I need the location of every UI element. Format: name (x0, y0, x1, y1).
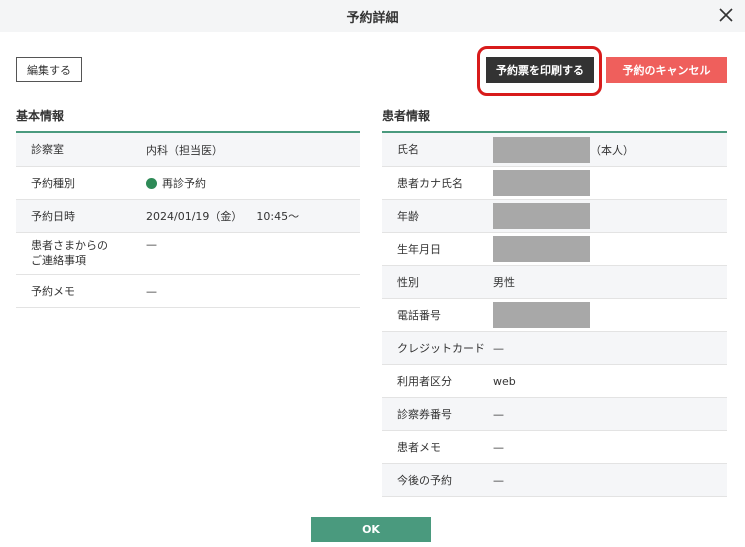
patient-row-age: 年齢 (382, 200, 727, 233)
ok-button[interactable]: OK (311, 517, 431, 542)
redacted-age (493, 203, 590, 229)
exam-room-value: 内科（担当医） (146, 143, 223, 157)
phone-label: 電話番号 (397, 308, 441, 322)
redacted-kana (493, 170, 590, 196)
basic-row-exam-room: 診察室 内科（担当医） (16, 133, 360, 167)
exam-room-label: 診察室 (31, 143, 64, 156)
patient-row-phone: 電話番号 (382, 299, 727, 332)
basic-row-reservation-type: 予約種別 再診予約 (16, 167, 360, 200)
patient-row-name: 氏名 （本人） (382, 133, 727, 167)
patient-row-gender: 性別 男性 (382, 266, 727, 299)
dialog-header: 予約詳細 (0, 0, 745, 32)
status-dot-icon (146, 177, 157, 189)
age-value (493, 200, 590, 232)
reservation-date: 2024/01/19（金） (146, 210, 243, 223)
datetime-label: 予約日時 (31, 209, 75, 223)
patient-memo-label: 患者メモ (397, 440, 441, 454)
reservation-time: 10:45〜 (256, 210, 300, 223)
card-number-value: — (493, 407, 504, 421)
patient-row-future-reservations: 今後の予約 — (382, 464, 727, 497)
kana-label: 患者カナ氏名 (397, 176, 463, 190)
patient-info-table: 氏名 （本人） 患者カナ氏名 年齢 生年月日 性別 男性 電話番号 クレジットカ… (382, 131, 727, 497)
redacted-name (493, 136, 590, 163)
basic-info-heading: 基本情報 (16, 109, 65, 123)
patient-info-heading: 患者情報 (382, 109, 431, 123)
close-icon[interactable] (717, 6, 735, 24)
patient-message-label-line1: 患者さまからの (31, 239, 108, 252)
patient-row-kana: 患者カナ氏名 (382, 167, 727, 200)
reservation-type-label: 予約種別 (31, 176, 75, 190)
datetime-value: 2024/01/19（金） 10:45〜 (146, 200, 299, 232)
reservation-type-value: 再診予約 (146, 167, 206, 199)
kana-value (493, 167, 590, 199)
credit-card-value: — (493, 341, 504, 355)
birthdate-label: 生年月日 (397, 242, 441, 256)
name-value: （本人） (493, 133, 634, 166)
memo-label: 予約メモ (31, 284, 75, 298)
patient-row-card-number: 診察券番号 — (382, 398, 727, 431)
memo-value: — (146, 284, 157, 298)
patient-message-label-line2: ご連絡事項 (31, 254, 86, 267)
patient-message-label: 患者さまからの ご連絡事項 (16, 238, 146, 268)
user-category-label: 利用者区分 (397, 374, 452, 388)
user-category-value: web (493, 374, 516, 388)
edit-button[interactable]: 編集する (16, 57, 82, 82)
future-reservations-label: 今後の予約 (397, 473, 452, 487)
birthdate-value (493, 233, 590, 265)
name-label: 氏名 (397, 143, 419, 156)
patient-message-value: — (146, 238, 157, 251)
patient-row-memo: 患者メモ — (382, 431, 727, 464)
basic-row-datetime: 予約日時 2024/01/19（金） 10:45〜 (16, 200, 360, 233)
patient-memo-value: — (493, 440, 504, 454)
patient-row-credit-card: クレジットカード — (382, 332, 727, 365)
redacted-phone (493, 302, 590, 328)
future-reservations-value: — (493, 473, 504, 487)
name-suffix: （本人） (590, 143, 634, 157)
basic-row-memo: 予約メモ — (16, 275, 360, 308)
print-reservation-button[interactable]: 予約票を印刷する (486, 57, 594, 83)
patient-row-user-category: 利用者区分 web (382, 365, 727, 398)
gender-value: 男性 (493, 276, 515, 289)
gender-label: 性別 (397, 275, 419, 289)
basic-info-table: 診察室 内科（担当医） 予約種別 再診予約 予約日時 2024/01/19（金）… (16, 131, 360, 308)
phone-value (493, 299, 590, 331)
card-number-label: 診察券番号 (397, 407, 452, 421)
cancel-reservation-button[interactable]: 予約のキャンセル (606, 57, 727, 83)
reservation-type-text: 再診予約 (162, 177, 206, 190)
patient-row-birthdate: 生年月日 (382, 233, 727, 266)
redacted-birthdate (493, 236, 590, 262)
dialog-title: 予約詳細 (346, 11, 399, 26)
basic-row-patient-message: 患者さまからの ご連絡事項 — (16, 233, 360, 275)
credit-card-label: クレジットカード (397, 341, 485, 355)
age-label: 年齢 (397, 209, 419, 223)
